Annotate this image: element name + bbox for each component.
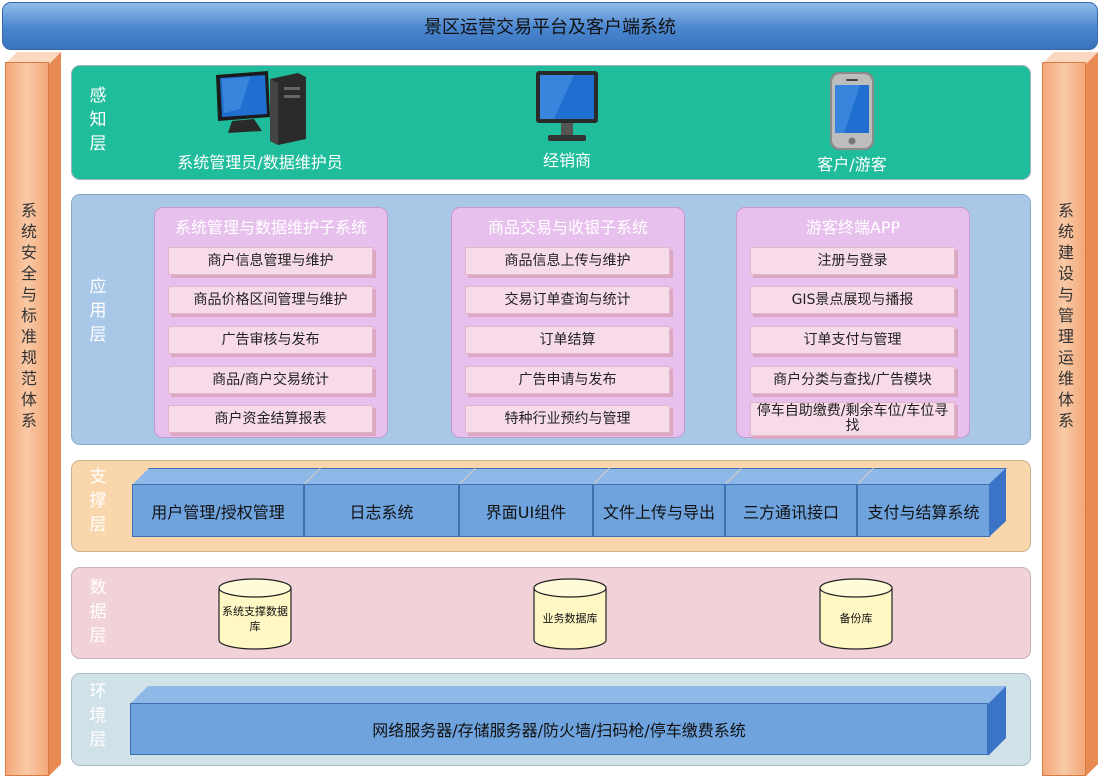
app-item: GIS景点展现与播报: [750, 286, 955, 314]
app-item: 商户信息管理与维护: [168, 247, 373, 275]
left-pillar-label: 系统安全与标准规范体系: [18, 202, 37, 433]
app-item: 订单支付与管理: [750, 326, 955, 354]
support-module-label: 界面UI组件: [459, 484, 593, 537]
layer-label: 应用层: [89, 277, 107, 345]
database-cylinder: 系统支撑数据库: [218, 578, 292, 650]
layer-label: 感知层: [89, 86, 107, 154]
mobile-phone-icon: [830, 72, 874, 150]
support-module: 三方通讯接口: [725, 468, 873, 538]
support-module-label: 支付与结算系统: [857, 484, 990, 537]
database-label: 业务数据库: [542, 612, 598, 625]
app-item: 广告申请与发布: [465, 366, 670, 394]
data-layer: 数据层 系统支撑数据库 业务数据库 备份库: [71, 567, 1031, 659]
monitor-icon: [536, 71, 598, 141]
desktop-tower-icon: [216, 71, 306, 145]
environment-layer: 环境层 网络服务器/存储服务器/防火墙/扫码枪/停车缴费系统: [71, 673, 1031, 766]
layer-label: 数据层: [89, 578, 107, 646]
support-module: 支付与结算系统: [857, 468, 1007, 538]
support-module-label: 三方通讯接口: [725, 484, 857, 537]
device-label: 经销商: [542, 151, 591, 170]
app-item: 商品/商户交易统计: [168, 366, 373, 394]
app-item: 订单结算: [465, 326, 670, 354]
subsystem-title: 商品交易与收银子系统: [487, 218, 648, 237]
left-pillar: 系统安全与标准规范体系: [5, 52, 61, 776]
device-dealer: 经销商: [517, 69, 617, 171]
database-label: 备份库: [839, 612, 873, 625]
subsystem-tourist-app: 游客终端APP 注册与登录 GIS景点展现与播报 订单支付与管理 商户分类与查找…: [736, 207, 970, 438]
app-item: 注册与登录: [750, 247, 955, 275]
support-module-label: 文件上传与导出: [593, 484, 725, 537]
database-cylinder: 业务数据库: [533, 578, 607, 650]
page-title: 景区运营交易平台及客户端系统: [2, 2, 1098, 50]
support-module-label: 用户管理/授权管理: [132, 484, 304, 537]
subsystem-admin: 系统管理与数据维护子系统 商户信息管理与维护 商品价格区间管理与维护 广告审核与…: [154, 207, 388, 438]
right-pillar: 系统建设与管理运维体系: [1042, 52, 1098, 776]
device-label: 系统管理员/数据维护员: [177, 153, 343, 172]
layer-label: 支撑层: [89, 467, 107, 535]
application-layer: 应用层 系统管理与数据维护子系统 商户信息管理与维护 商品价格区间管理与维护 广…: [71, 194, 1031, 445]
subsystem-title: 游客终端APP: [805, 218, 901, 237]
app-item: 商户分类与查找/广告模块: [750, 366, 955, 394]
database-cylinder: 备份库: [819, 578, 893, 650]
app-item: 交易订单查询与统计: [465, 286, 670, 314]
device-customer: 客户/游客: [802, 71, 902, 175]
app-item: 商品价格区间管理与维护: [168, 286, 373, 314]
support-module-label: 日志系统: [304, 484, 459, 537]
app-item: 商户资金结算报表: [168, 405, 373, 433]
app-item: 商品信息上传与维护: [465, 247, 670, 275]
support-module: 用户管理/授权管理: [132, 468, 320, 538]
subsystem-trade: 商品交易与收银子系统 商品信息上传与维护 交易订单查询与统计 订单结算 广告申请…: [451, 207, 685, 438]
app-item: 停车自助缴费/剩余车位/车位寻找: [750, 402, 955, 436]
layer-label: 环境层: [89, 682, 107, 750]
support-module: 日志系统: [304, 468, 475, 538]
subsystem-title: 系统管理与数据维护子系统: [174, 218, 367, 237]
perception-layer: 感知层 系统管理员/数据维护员 经销商 客户/游客: [71, 65, 1031, 180]
app-item: 广告审核与发布: [168, 326, 373, 354]
right-pillar-label: 系统建设与管理运维体系: [1055, 202, 1074, 433]
database-label: 系统支撑数据库: [222, 605, 288, 633]
support-layer: 支撑层 用户管理/授权管理 日志系统 界面UI组件 文件上传与导出 三方通讯接口…: [71, 460, 1031, 552]
app-item: 特种行业预约与管理: [465, 405, 670, 433]
device-admin: 系统管理员/数据维护员: [160, 69, 360, 173]
support-module: 文件上传与导出: [593, 468, 741, 538]
support-module: 界面UI组件: [459, 468, 609, 538]
environment-block: 网络服务器/存储服务器/防火墙/扫码枪/停车缴费系统: [130, 686, 1006, 756]
device-label: 客户/游客: [817, 155, 887, 174]
environment-content: 网络服务器/存储服务器/防火墙/扫码枪/停车缴费系统: [130, 703, 988, 755]
